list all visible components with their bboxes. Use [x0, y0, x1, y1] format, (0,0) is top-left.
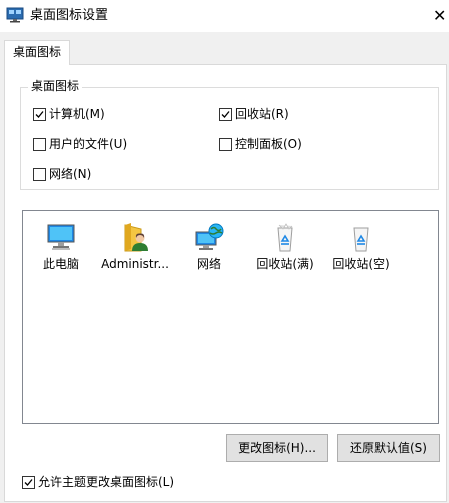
list-item-administrator[interactable]: Administr... [97, 217, 173, 277]
checkbox-box[interactable] [22, 476, 35, 489]
checkbox-allow-themes[interactable]: 允许主题更改桌面图标(L) [22, 474, 222, 490]
recycle-bin-full-icon [269, 221, 301, 253]
title-bar: 桌面图标设置 ✕ [0, 0, 449, 32]
list-item-recycle-bin-full[interactable]: 回收站(满) [247, 217, 323, 277]
icon-label: 回收站(空) [332, 257, 390, 271]
checkbox-label: 网络(N) [49, 167, 92, 181]
checkbox-recycle-bin[interactable]: 回收站(R) [219, 106, 339, 122]
icon-list[interactable]: 此电脑 Administr... 网络 回收站(满) 回收站(空) [22, 210, 439, 424]
list-item-recycle-bin-empty[interactable]: 回收站(空) [323, 217, 399, 277]
network-icon [193, 221, 225, 253]
list-item-network[interactable]: 网络 [171, 217, 247, 277]
checkbox-network[interactable]: 网络(N) [33, 166, 153, 182]
change-icon-button[interactable]: 更改图标(H)... [226, 434, 328, 462]
user-folder-icon [119, 221, 151, 253]
list-item-this-pc[interactable]: 此电脑 [23, 217, 99, 277]
recycle-bin-empty-icon [345, 221, 377, 253]
groupbox-title: 桌面图标 [28, 79, 83, 93]
checkbox-label: 回收站(R) [235, 107, 289, 121]
restore-default-button[interactable]: 还原默认值(S) [337, 434, 440, 462]
computer-icon [45, 221, 77, 253]
tab-desktop-icons[interactable]: 桌面图标 [4, 40, 70, 65]
desktop-settings-icon [6, 7, 24, 23]
icon-label: 网络 [196, 257, 221, 271]
checkbox-computer[interactable]: 计算机(M) [33, 106, 153, 122]
checkbox-label: 计算机(M) [49, 107, 105, 121]
icon-label: 回收站(满) [256, 257, 314, 271]
checkbox-label: 允许主题更改桌面图标(L) [38, 475, 175, 489]
checkbox-box[interactable] [219, 108, 232, 121]
check-icon [221, 111, 230, 118]
checkbox-label: 用户的文件(U) [49, 137, 128, 151]
window-title: 桌面图标设置 [30, 8, 109, 23]
icon-label: Administr... [101, 257, 169, 271]
check-icon [24, 479, 33, 486]
checkbox-label: 控制面板(O) [235, 137, 302, 151]
close-button[interactable]: ✕ [433, 0, 449, 32]
check-icon [35, 111, 44, 118]
checkbox-box[interactable] [33, 168, 46, 181]
checkbox-user-files[interactable]: 用户的文件(U) [33, 136, 153, 152]
checkbox-box[interactable] [33, 108, 46, 121]
checkbox-box[interactable] [219, 138, 232, 151]
checkbox-box[interactable] [33, 138, 46, 151]
icon-label: 此电脑 [42, 257, 79, 271]
checkbox-control-panel[interactable]: 控制面板(O) [219, 136, 339, 152]
